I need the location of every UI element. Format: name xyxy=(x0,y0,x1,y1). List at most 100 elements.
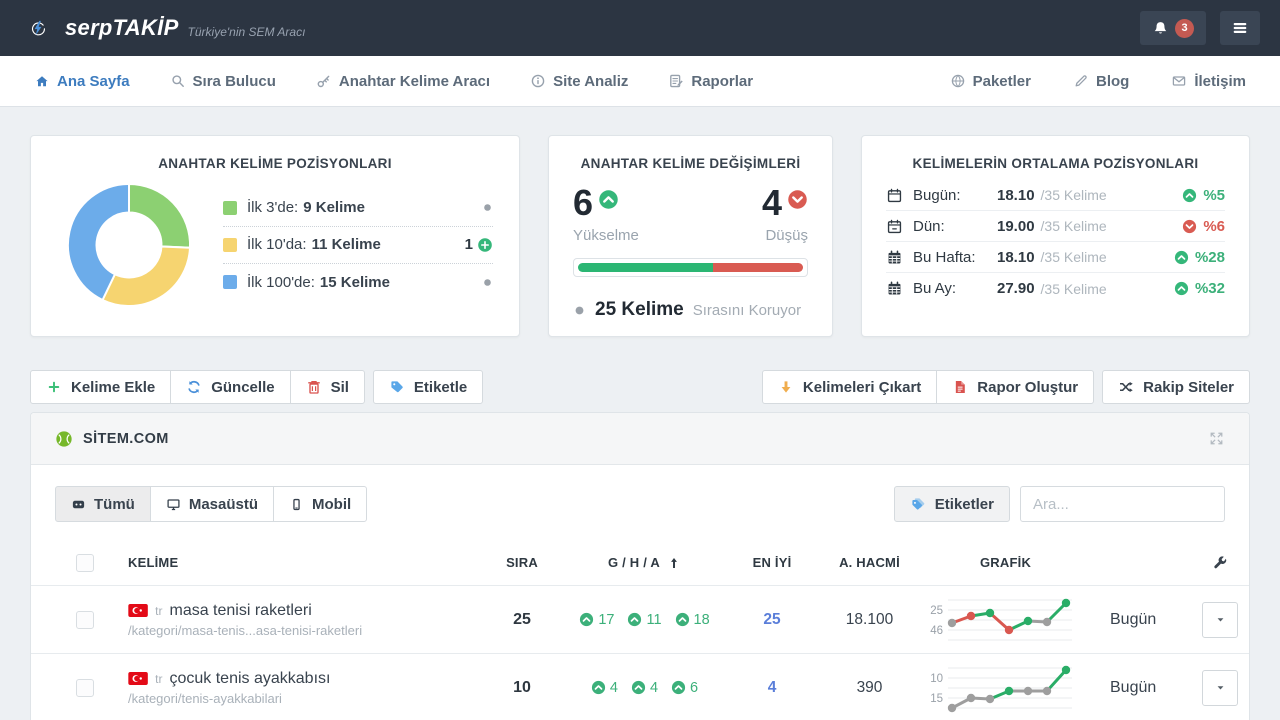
tags-icon xyxy=(910,496,926,512)
table-row: tr masa tenisi raketleri /kategori/masa-… xyxy=(31,586,1249,654)
rank-value: 25 xyxy=(513,611,531,629)
home-icon xyxy=(34,73,50,89)
expand-panel-button[interactable] xyxy=(1208,430,1225,447)
svg-text:15: 15 xyxy=(930,693,943,705)
notifications-button[interactable]: 3 xyxy=(1140,11,1206,45)
keyword-text[interactable]: çocuk tenis ayakkabısı xyxy=(169,670,330,688)
plus-icon xyxy=(46,379,62,395)
legend-change-value: 1 xyxy=(465,236,473,253)
rising-label: Yükselme xyxy=(573,227,639,244)
svg-text:10: 10 xyxy=(930,673,943,685)
chevron-up-circle-icon xyxy=(1174,281,1189,296)
mail-icon xyxy=(1171,73,1187,89)
svg-text:25: 25 xyxy=(930,605,943,617)
report-file-icon xyxy=(952,379,968,395)
update-button[interactable]: Güncelle xyxy=(170,370,290,404)
brand-tagline: Türkiye'nin SEM Aracı xyxy=(188,25,306,39)
tab-mobil[interactable]: Mobil xyxy=(273,486,367,522)
delete-button[interactable]: Sil xyxy=(290,370,365,404)
keyword-text[interactable]: masa tenisi raketleri xyxy=(169,602,311,620)
tags-filter-button[interactable]: Etiketler xyxy=(894,486,1010,522)
table-row: tr çocuk tenis ayakkabısı /kategori/teni… xyxy=(31,654,1249,720)
keyword-cell: tr çocuk tenis ayakkabısı /kategori/teni… xyxy=(116,670,482,706)
row-dropdown-button[interactable] xyxy=(1202,602,1238,638)
flag-tr-icon xyxy=(128,604,148,617)
period-label: Bugün xyxy=(1102,611,1192,629)
best-rank-value: 25 xyxy=(763,611,780,629)
keyword-positions-card: ANAHTAR KELİME POZİSYONLARI İlk 3'de: 9 … xyxy=(30,135,520,337)
calendar-icon xyxy=(886,280,903,297)
row-checkbox[interactable] xyxy=(76,679,94,697)
select-all-checkbox[interactable] xyxy=(76,554,94,572)
chevron-up-circle-icon xyxy=(591,680,606,695)
country-code: tr xyxy=(155,672,162,686)
rank-sparkline-chart: 2546 xyxy=(922,593,1077,647)
phone-icon xyxy=(289,497,304,512)
search-input[interactable] xyxy=(1020,486,1225,522)
percent-change: %5 xyxy=(1203,187,1225,204)
trash-icon xyxy=(306,379,322,395)
menu-button[interactable] xyxy=(1220,11,1260,45)
nav-item-raporlar[interactable]: Raporlar xyxy=(668,73,753,90)
percent-change: %28 xyxy=(1195,249,1225,266)
export-keywords-button[interactable]: Kelimeleri Çıkart xyxy=(762,370,937,404)
keyword-url: /kategori/masa-tenis...asa-tenisi-raketl… xyxy=(128,623,482,638)
nav-item-paketler[interactable]: Paketler xyxy=(950,73,1031,90)
avg-row-dun: Dün: 19.00 /35 Kelime %6 xyxy=(886,211,1225,242)
brand-name: serpTAKİP xyxy=(65,15,179,41)
nav-item-sira-bulucu[interactable]: Sıra Bulucu xyxy=(170,73,276,90)
gha-cell: 4 4 6 xyxy=(591,680,698,696)
chevron-up-circle-icon xyxy=(1174,250,1189,265)
tab-tumu[interactable]: Tümü xyxy=(55,486,151,522)
steady-dot-icon xyxy=(482,202,493,213)
legend-swatch xyxy=(223,201,237,215)
tag-button[interactable]: Etiketle xyxy=(373,370,483,404)
card-title: KELİMELERİN ORTALAMA POZİSYONLARI xyxy=(886,136,1225,171)
nav-item-site-analiz[interactable]: Site Analiz xyxy=(530,73,628,90)
nav-item-anahtar-kelime-araci[interactable]: Anahtar Kelime Aracı xyxy=(316,73,490,90)
site-panel: SİTEM.COM Tümü Masaüstü Mobil Etiketler xyxy=(30,412,1250,720)
chevron-up-circle-icon xyxy=(579,612,594,627)
keyword-changes-card: ANAHTAR KELİME DEĞİŞİMLERİ 6 4 Yükselme … xyxy=(548,135,833,337)
legend-row-top100: İlk 100'de: 15 Kelime xyxy=(223,264,493,301)
col-graph: GRAFİK xyxy=(922,555,1102,570)
steady-row: 25 Kelime Sırasını Koruyor xyxy=(573,299,808,321)
nav-item-blog[interactable]: Blog xyxy=(1073,73,1129,90)
chevron-up-circle-icon xyxy=(671,680,686,695)
site-favicon-icon xyxy=(55,430,73,448)
col-gha-sortable[interactable]: G / H / A xyxy=(608,555,681,570)
search-volume: 390 xyxy=(857,679,883,697)
chevron-down-circle-icon xyxy=(787,189,808,210)
search-volume: 18.100 xyxy=(846,611,893,629)
report-icon xyxy=(668,73,684,89)
row-checkbox[interactable] xyxy=(76,611,94,629)
row-dropdown-button[interactable] xyxy=(1202,670,1238,706)
search-icon xyxy=(170,73,186,89)
nav-item-ana-sayfa[interactable]: Ana Sayfa xyxy=(34,73,130,90)
download-arrow-icon xyxy=(778,379,794,395)
competitor-sites-button[interactable]: Rakip Siteler xyxy=(1102,370,1250,404)
add-keyword-button[interactable]: Kelime Ekle xyxy=(30,370,171,404)
steady-dot-icon xyxy=(573,304,586,317)
change-progress-bar xyxy=(573,258,808,277)
chevron-up-circle-icon xyxy=(1182,188,1197,203)
table-settings-wrench-icon[interactable] xyxy=(1212,555,1228,571)
topbar: serpTAKİP Türkiye'nin SEM Aracı 3 xyxy=(0,0,1280,56)
create-report-button[interactable]: Rapor Oluştur xyxy=(936,370,1094,404)
keyword-cell: tr masa tenisi raketleri /kategori/masa-… xyxy=(116,602,482,638)
card-title: ANAHTAR KELİME DEĞİŞİMLERİ xyxy=(573,136,808,171)
refresh-icon xyxy=(186,379,202,395)
legend-row-top3: İlk 3'de: 9 Kelime xyxy=(223,190,493,227)
notification-badge: 3 xyxy=(1175,19,1194,38)
rank-value: 10 xyxy=(513,679,531,697)
best-rank-value: 4 xyxy=(768,679,777,697)
chevron-up-circle-icon xyxy=(675,612,690,627)
flag-tr-icon xyxy=(128,672,148,685)
calendar-icon xyxy=(886,187,903,204)
steady-dot-icon xyxy=(482,277,493,288)
keyword-url: /kategori/tenis-ayakkabilari xyxy=(128,691,482,706)
tab-masaustu[interactable]: Masaüstü xyxy=(150,486,274,522)
col-best: EN İYİ xyxy=(753,555,792,570)
nav-item-iletisim[interactable]: İletişim xyxy=(1171,73,1246,90)
pencil-icon xyxy=(1073,73,1089,89)
